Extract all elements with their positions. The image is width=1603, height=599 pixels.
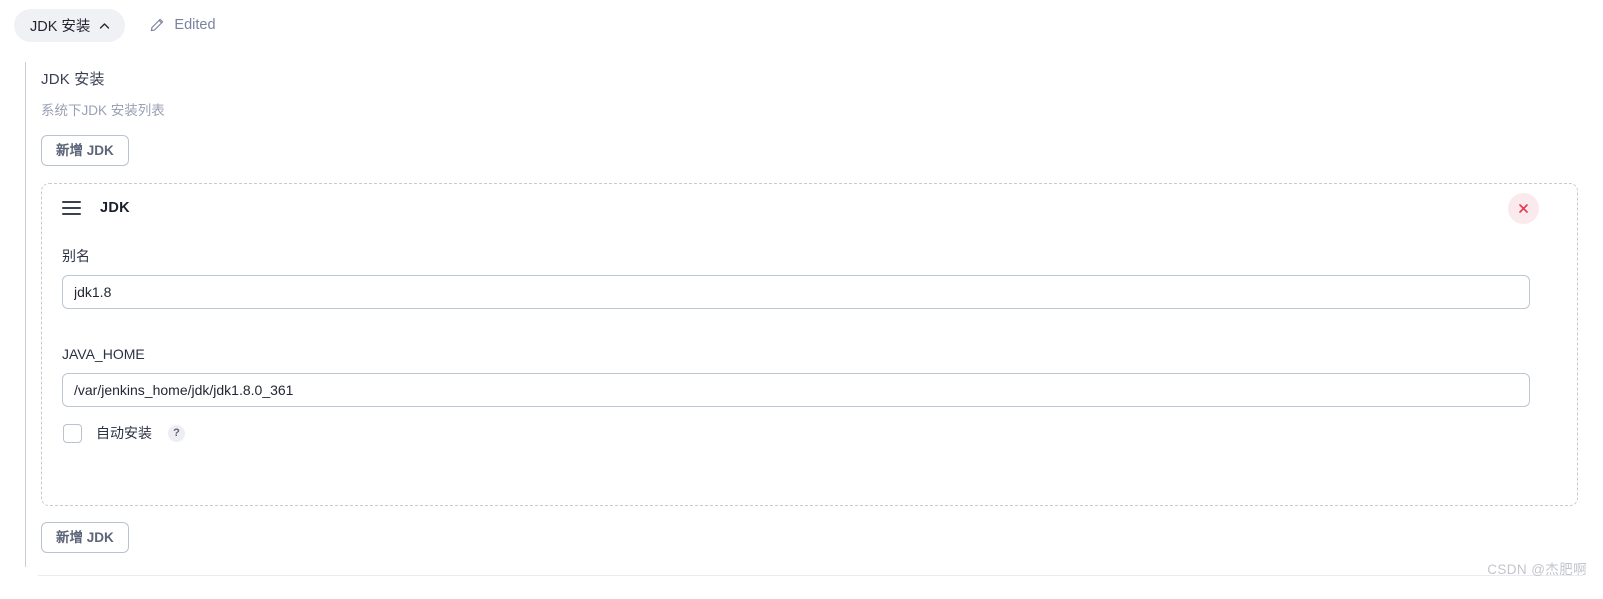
pencil-icon xyxy=(149,17,165,33)
field-alias-input[interactable] xyxy=(62,275,1530,309)
jdk-entry-block: JDK 别名 JAVA_HOME xyxy=(41,183,1578,506)
field-java-home: JAVA_HOME xyxy=(62,345,1530,407)
jdk-block-header: JDK xyxy=(62,200,130,216)
field-alias: 别名 xyxy=(62,247,1530,309)
section-collapse-pill[interactable]: JDK 安装 xyxy=(14,8,126,42)
add-jdk-button-bottom[interactable]: 新增 JDK xyxy=(41,522,129,553)
section-inner: JDK 安装 系统下JDK 安装列表 新增 JDK JDK 别名 jdk1.8 … xyxy=(41,50,1581,553)
section-body: JDK 安装 系统下JDK 安装列表 新增 JDK JDK 别名 jdk1.8 … xyxy=(0,50,1603,570)
watermark: CSDN @杰肥啊 xyxy=(1487,562,1587,577)
top-toolbar: JDK 安装 Edited xyxy=(0,0,1603,50)
add-jdk-button-top[interactable]: 新增 JDK xyxy=(41,135,129,166)
edited-status: Edited xyxy=(149,17,216,33)
auto-install-label: 自动安装 xyxy=(96,425,152,441)
page-title: JDK 安装 xyxy=(41,71,105,88)
footer-divider xyxy=(38,575,1583,576)
field-java-home-input[interactable] xyxy=(62,373,1530,407)
hamburger-drag-icon[interactable] xyxy=(62,201,81,215)
field-java-home-label: JAVA_HOME xyxy=(62,346,145,362)
remove-jdk-button[interactable] xyxy=(1508,193,1539,224)
auto-install-row: 自动安装 ? xyxy=(63,423,185,443)
edited-label: Edited xyxy=(174,17,216,33)
chevron-up-icon[interactable] xyxy=(99,21,110,32)
section-pill-label: JDK 安装 xyxy=(30,18,91,35)
section-left-rule xyxy=(25,62,26,567)
close-x-icon xyxy=(1518,203,1529,214)
jdk-block-title: JDK xyxy=(100,200,130,216)
field-alias-label: 别名 xyxy=(62,248,90,264)
auto-install-checkbox[interactable] xyxy=(63,423,82,443)
page-subtitle: 系统下JDK 安装列表 xyxy=(41,103,165,118)
help-icon[interactable]: ? xyxy=(168,424,185,442)
